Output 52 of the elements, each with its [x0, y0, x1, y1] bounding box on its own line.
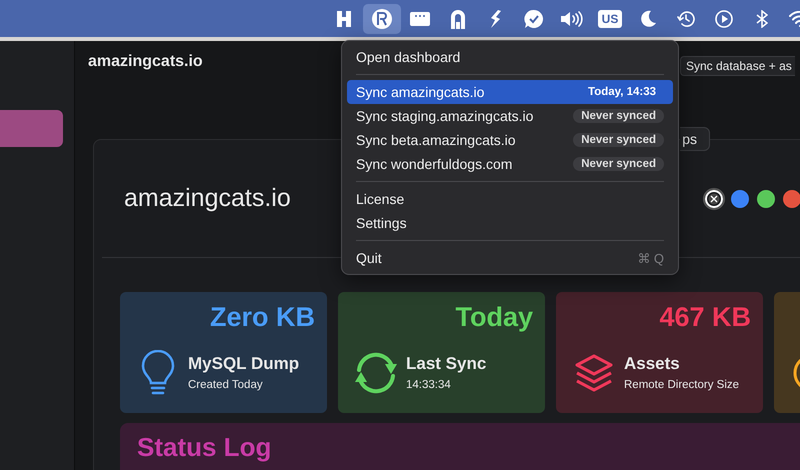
- clock-history-icon[interactable]: [677, 10, 695, 28]
- menu-item-label: Sync staging.amazingcats.io: [356, 108, 534, 124]
- layers-icon: [574, 352, 614, 392]
- menu-item[interactable]: Open dashboard: [347, 45, 673, 69]
- moon-icon[interactable]: [639, 10, 657, 28]
- bluetooth-icon[interactable]: [756, 10, 768, 28]
- page-title: amazingcats.io: [88, 53, 203, 70]
- menu-item[interactable]: Quit ⌘ Q: [347, 246, 673, 270]
- sync-status-label: Never synced: [581, 134, 656, 146]
- menu-item[interactable]: License: [347, 187, 673, 211]
- sync-status-label: Never synced: [581, 158, 656, 170]
- menu-item-label: Open dashboard: [356, 49, 460, 65]
- input-source-indicator[interactable]: US: [598, 10, 622, 28]
- color-swatch[interactable]: [731, 190, 749, 208]
- menu-item-label: Quit: [356, 250, 382, 266]
- color-swatch[interactable]: [783, 190, 800, 208]
- volume-icon[interactable]: [560, 10, 584, 28]
- menu-item-label: Settings: [356, 215, 407, 231]
- sync-status-label: Never synced: [581, 110, 656, 122]
- sync-status-label: Today, 14:33: [587, 85, 657, 99]
- stat-label: MySQL Dump: [188, 354, 300, 374]
- lightbulb-icon: [141, 350, 175, 396]
- circle-logo-icon[interactable]: [371, 8, 393, 30]
- window-icon[interactable]: [410, 12, 430, 26]
- menu-item-label: Sync amazingcats.io: [356, 84, 484, 100]
- arch-icon[interactable]: [449, 8, 467, 30]
- menu-item-label: License: [356, 191, 404, 207]
- h-glyph-icon[interactable]: [336, 10, 352, 28]
- color-swatch[interactable]: [757, 190, 775, 208]
- keyboard-shortcut: ⌘ Q: [637, 250, 664, 266]
- stat-caption: Created Today: [188, 379, 264, 391]
- menu-item[interactable]: Settings: [347, 211, 673, 235]
- check-bubble-icon[interactable]: [524, 8, 544, 28]
- stat-caption: Remote Directory Size: [624, 379, 740, 391]
- tab[interactable]: ps: [680, 127, 710, 151]
- menu-item[interactable]: Sync wonderfuldogs.com Never synced: [347, 152, 673, 176]
- status-log-title: Status Log: [137, 432, 272, 462]
- stat-label: Assets: [624, 354, 681, 374]
- stat-value: 467 KB: [659, 302, 751, 332]
- menu-item-label: Sync beta.amazingcats.io: [356, 132, 516, 148]
- menu-item[interactable]: Sync staging.amazingcats.io Never synced: [347, 104, 673, 128]
- menu-item[interactable]: Sync amazingcats.io Today, 14:33: [347, 80, 673, 104]
- play-icon[interactable]: [715, 10, 733, 28]
- stat-value: Zero KB: [210, 302, 315, 332]
- site-title: amazingcats.io: [124, 184, 291, 213]
- menu-item-label: Sync wonderfuldogs.com: [356, 156, 512, 172]
- stat-label: Last Sync: [406, 354, 488, 374]
- stat-value: Today: [455, 302, 533, 332]
- sync-button[interactable]: Sync database + as: [680, 56, 795, 76]
- menu-item[interactable]: Sync beta.amazingcats.io Never synced: [347, 128, 673, 152]
- clear-color-swatch[interactable]: [705, 190, 723, 208]
- stat-caption: 14:33:34: [406, 379, 452, 391]
